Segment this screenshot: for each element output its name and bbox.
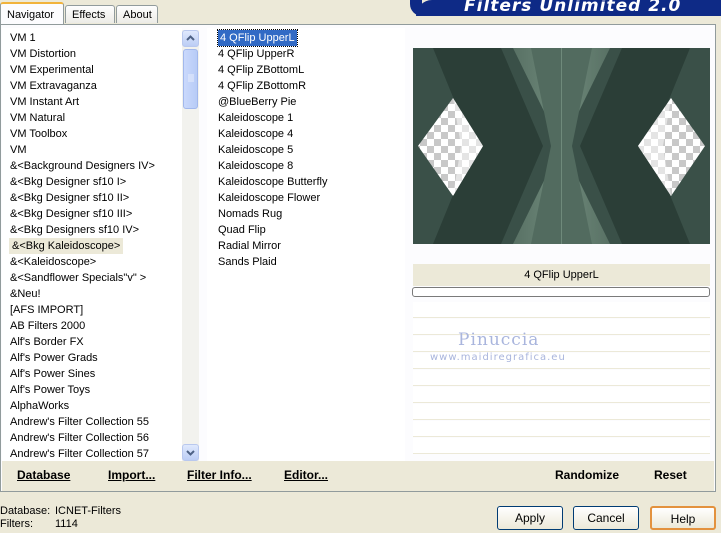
- tab-about[interactable]: About: [116, 5, 158, 23]
- scroll-up-button[interactable]: [182, 30, 199, 47]
- filter-item[interactable]: Kaleidoscope Butterfly: [218, 174, 327, 190]
- preview-image: [413, 48, 710, 244]
- database-label: Database: [17, 468, 71, 482]
- grip-icon: [188, 74, 194, 82]
- category-item[interactable]: &<Bkg Kaleidoscope>: [9, 238, 124, 254]
- filter-item[interactable]: Kaleidoscope 1: [218, 110, 293, 126]
- category-item[interactable]: Alf's Power Toys: [10, 382, 90, 398]
- scroll-down-button[interactable]: [182, 444, 199, 461]
- category-item[interactable]: Alf's Power Grads: [10, 350, 98, 366]
- category-item[interactable]: Alf's Power Sines: [10, 366, 95, 382]
- category-item[interactable]: &<Bkg Designer sf10 II>: [10, 190, 129, 206]
- category-item[interactable]: Alf's Border FX: [10, 334, 84, 350]
- randomize-button[interactable]: Randomize: [555, 468, 619, 482]
- category-item[interactable]: &<Kaleidoscope>: [10, 254, 96, 270]
- param-row: [413, 387, 710, 403]
- filter-item[interactable]: Sands Plaid: [218, 254, 277, 270]
- category-item[interactable]: VM Experimental: [10, 62, 94, 78]
- filter-item[interactable]: Radial Mirror: [218, 238, 281, 254]
- editor-button[interactable]: Editor...: [284, 468, 328, 482]
- help-button[interactable]: Help: [650, 506, 716, 530]
- apply-button[interactable]: Apply: [497, 506, 563, 530]
- category-item[interactable]: &<Bkg Designer sf10 I>: [10, 174, 126, 190]
- category-item[interactable]: VM 1: [10, 30, 36, 46]
- filter-item[interactable]: 4 QFlip ZBottomR: [218, 78, 306, 94]
- category-item[interactable]: &<Bkg Designers sf10 IV>: [10, 222, 139, 238]
- filter-item[interactable]: @BlueBerry Pie: [218, 94, 296, 110]
- tab-navigator[interactable]: Navigator: [0, 2, 64, 24]
- import-label: Import...: [108, 468, 156, 482]
- category-item[interactable]: &Neu!: [10, 286, 41, 302]
- category-item[interactable]: VM Extravaganza: [10, 78, 97, 94]
- import-button[interactable]: Import...: [108, 468, 155, 482]
- category-item[interactable]: &<Background Designers IV>: [10, 158, 155, 174]
- progress-bar: [412, 287, 710, 297]
- param-row: [413, 404, 710, 420]
- category-item[interactable]: VM Toolbox: [10, 126, 67, 142]
- filter-item[interactable]: 4 QFlip UpperL: [217, 29, 298, 47]
- cancel-button[interactable]: Cancel: [573, 506, 639, 530]
- category-item[interactable]: Andrew's Filter Collection 57: [10, 446, 149, 462]
- category-item[interactable]: AlphaWorks: [10, 398, 69, 414]
- filter-item[interactable]: Kaleidoscope Flower: [218, 190, 320, 206]
- editor-label: Editor...: [284, 468, 329, 482]
- reset-button[interactable]: Reset: [654, 468, 687, 482]
- filter-item[interactable]: 4 QFlip ZBottomL: [218, 62, 304, 78]
- window-title: Filters Unlimited 2.0: [464, 0, 682, 16]
- filter-info-button[interactable]: Filter Info...: [187, 468, 252, 482]
- title-banner: Filters Unlimited 2.0: [410, 0, 721, 16]
- preview-filter-name: 4 QFlip UpperL: [413, 264, 710, 286]
- chevron-up-icon: [186, 35, 195, 41]
- category-item[interactable]: VM Instant Art: [10, 94, 79, 110]
- filter-item[interactable]: Kaleidoscope 4: [218, 126, 293, 142]
- category-scrollbar[interactable]: [182, 30, 199, 461]
- filter-item[interactable]: Kaleidoscope 5: [218, 142, 293, 158]
- database-label-text: Database:: [0, 505, 51, 517]
- param-row: [413, 438, 710, 454]
- category-item[interactable]: &<Sandflower Specials"v" >: [10, 270, 146, 286]
- database-button[interactable]: Database: [17, 468, 70, 482]
- param-row: [413, 302, 710, 318]
- watermark-name: Pinuccia: [458, 330, 540, 350]
- filter-item[interactable]: Quad Flip: [218, 222, 266, 238]
- filter-item[interactable]: Nomads Rug: [218, 206, 282, 222]
- param-row: [413, 370, 710, 386]
- category-item[interactable]: VM Natural: [10, 110, 65, 126]
- category-item[interactable]: &<Bkg Designer sf10 III>: [10, 206, 132, 222]
- filters-count-label: Filters:: [0, 518, 33, 530]
- category-item[interactable]: VM Distortion: [10, 46, 76, 62]
- database-value: ICNET-Filters: [55, 505, 121, 517]
- chevron-down-icon: [186, 450, 195, 456]
- filters-count-value: 1114: [55, 518, 78, 530]
- category-item[interactable]: Andrew's Filter Collection 56: [10, 430, 149, 446]
- category-item[interactable]: AB Filters 2000: [10, 318, 85, 334]
- watermark-url: www.maidiregrafica.eu: [430, 352, 566, 363]
- category-item[interactable]: [AFS IMPORT]: [10, 302, 83, 318]
- tab-effects[interactable]: Effects: [65, 5, 115, 23]
- category-item[interactable]: Andrew's Filter Collection 55: [10, 414, 149, 430]
- filter-item[interactable]: Kaleidoscope 8: [218, 158, 293, 174]
- scroll-thumb[interactable]: [183, 49, 198, 109]
- filter-info-label: Filter Info...: [187, 468, 252, 482]
- param-row: [413, 421, 710, 437]
- category-item[interactable]: VM: [10, 142, 27, 158]
- filter-item[interactable]: 4 QFlip UpperR: [218, 46, 294, 62]
